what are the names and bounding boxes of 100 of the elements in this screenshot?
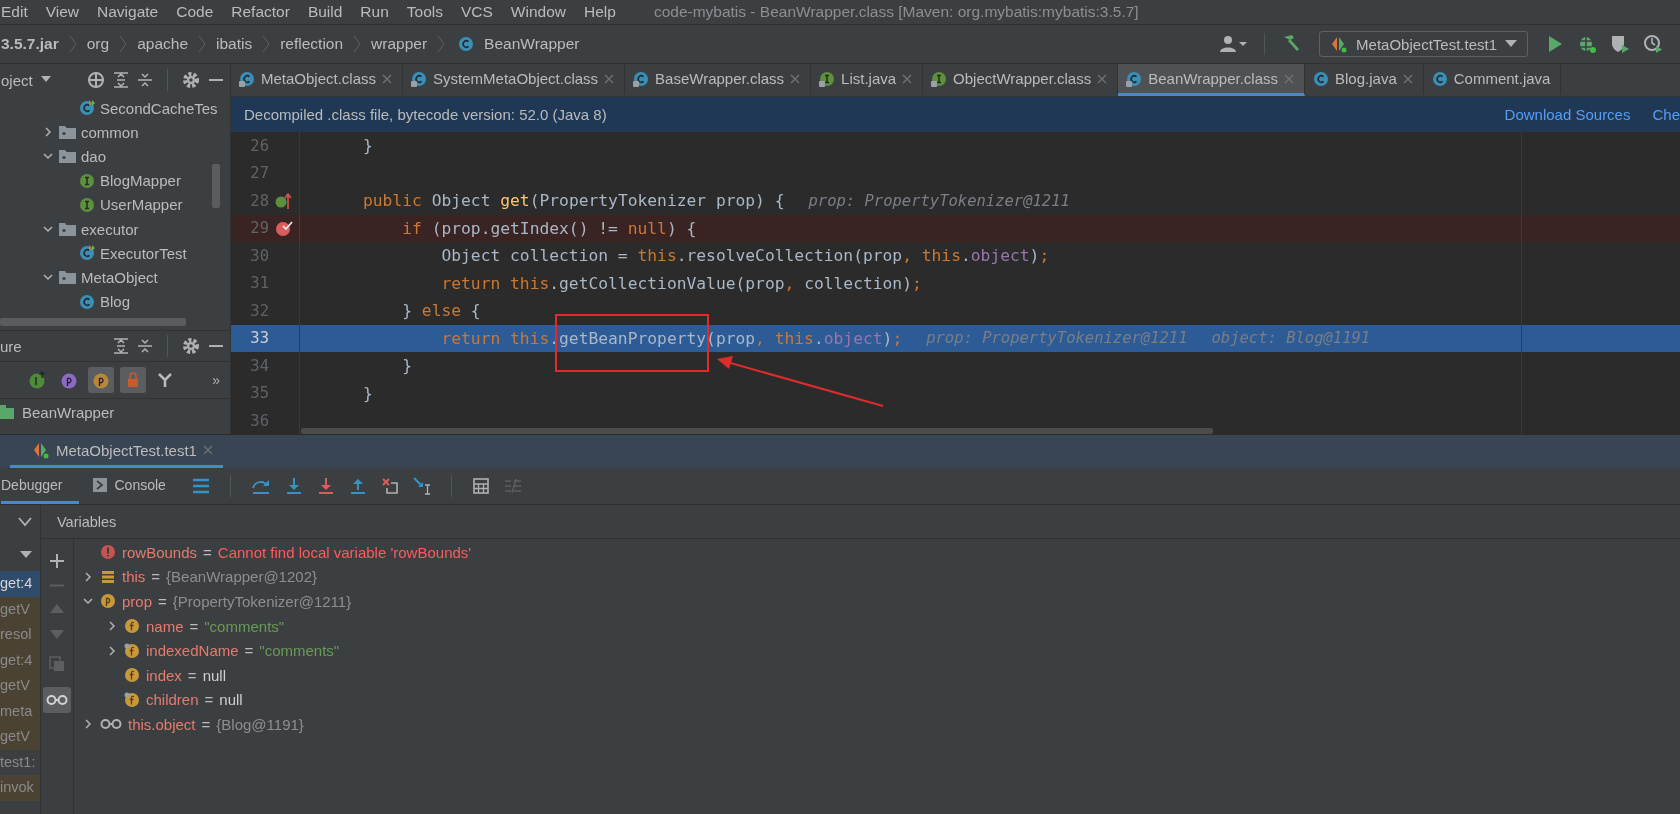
tree-item[interactable]: Blog (100, 293, 131, 311)
expand-all-icon[interactable] (113, 338, 129, 354)
shield-icon[interactable] (1610, 34, 1630, 54)
step-into-icon[interactable] (284, 477, 303, 495)
equals-sign: = (187, 666, 197, 684)
line-number: 30 (249, 246, 269, 265)
tree-item[interactable]: dao (81, 147, 107, 165)
filter-toggle[interactable] (120, 367, 146, 393)
breadcrumb-item[interactable]: org (86, 35, 110, 53)
equals-sign: = (158, 593, 167, 610)
line-number: 29 (249, 219, 269, 238)
banner-link[interactable]: Download Sources (1504, 106, 1631, 123)
debug-icon[interactable] (1577, 34, 1597, 54)
stack-frame[interactable]: getV (0, 596, 40, 622)
run-to-cursor-icon[interactable] (412, 477, 431, 495)
calculator-icon[interactable] (471, 477, 490, 495)
copy-icon (49, 656, 65, 672)
editor-tab[interactable]: SystemMetaObject.class (403, 64, 626, 96)
line-number: 26 (249, 136, 269, 155)
breadcrumb-item[interactable]: 3.5.7.jar (1, 35, 59, 53)
variable-value: {BeanWrapper@1202} (166, 568, 317, 586)
editor-tab[interactable]: MetaObject.class (231, 64, 404, 96)
step-out-icon[interactable] (348, 477, 367, 495)
menu-item[interactable]: VCS (461, 3, 502, 21)
breadcrumb-item[interactable]: apache (137, 35, 188, 53)
move-up-icon (49, 602, 65, 614)
stack-frame[interactable]: test1: (0, 749, 40, 775)
stack-frame[interactable]: meta (0, 698, 40, 724)
tree-item[interactable]: executor (81, 220, 139, 238)
stack-frame[interactable]: resol (0, 622, 40, 648)
collapse-all-icon[interactable] (137, 72, 153, 88)
scrollbar[interactable] (0, 318, 186, 326)
profiler-icon[interactable] (1643, 34, 1663, 54)
menu-item[interactable]: Tools (406, 3, 452, 21)
tree-item[interactable]: ExecutorTest (100, 244, 187, 262)
settings-icon[interactable] (182, 71, 200, 89)
editor-tab[interactable]: BeanWrapper.class (1118, 64, 1305, 96)
code-line: public Object get(PropertyTokenizer prop) { (363, 191, 785, 211)
caret-icon[interactable] (20, 550, 32, 559)
menu-item[interactable]: Run (360, 3, 398, 21)
implements-marker-icon[interactable] (275, 191, 293, 210)
tree-item[interactable]: MetaObject (81, 268, 158, 286)
debug-session-tab[interactable]: MetaObjectTest.test1 (10, 435, 223, 468)
variable-value: null (219, 691, 243, 709)
scrollbar[interactable] (212, 164, 220, 208)
watches-toggle[interactable] (43, 687, 71, 713)
tree-item[interactable]: SecondCacheTes (100, 99, 218, 117)
menu-item[interactable]: Help (584, 3, 625, 21)
menu-item[interactable]: Build (307, 3, 352, 21)
editor-tab[interactable]: BaseWrapper.class (625, 64, 812, 96)
breadcrumb-item[interactable]: reflection (280, 35, 344, 53)
force-step-into-icon[interactable] (316, 477, 335, 495)
tree-item[interactable]: BlogMapper (100, 172, 181, 190)
debugger-tab[interactable]: Debugger (1, 468, 79, 504)
stack-frame[interactable]: invok (0, 775, 40, 801)
menu-item[interactable]: View (45, 3, 89, 21)
breadcrumb-item[interactable]: BeanWrapper (484, 35, 580, 53)
menu-item[interactable]: Navigate (97, 3, 168, 21)
code-line: } (401, 356, 412, 376)
trace-icon (503, 477, 522, 495)
stack-frame[interactable]: getV (0, 724, 40, 750)
filter-toggle[interactable] (88, 367, 114, 393)
stack-frame[interactable]: getV (0, 673, 40, 699)
debugger-tab[interactable]: Console (92, 468, 178, 504)
run-icon[interactable] (1546, 35, 1564, 53)
menu-item[interactable]: Code (176, 3, 223, 21)
run-configuration-dropdown[interactable]: MetaObjectTest.test1 (1319, 31, 1528, 57)
editor-tab[interactable]: Blog.java (1305, 64, 1424, 96)
caret-icon[interactable] (40, 76, 51, 84)
drop-frame-icon[interactable] (380, 477, 399, 495)
breakpoint-icon[interactable] (275, 219, 293, 238)
panel-title[interactable]: oject (1, 71, 33, 89)
stack-frame[interactable]: get:4 (0, 647, 40, 673)
menu-item[interactable]: Edit (1, 3, 37, 21)
tree-item[interactable]: common (81, 123, 139, 141)
menu-item[interactable]: Refactor (231, 3, 299, 21)
editor-tab[interactable]: List.java (811, 64, 924, 96)
tree-item[interactable]: UserMapper (100, 196, 183, 214)
editor-tab[interactable]: Comment.java (1423, 64, 1562, 96)
layout-icon[interactable] (191, 478, 210, 494)
settings-icon[interactable] (182, 337, 200, 355)
expand-all-icon[interactable] (113, 72, 129, 88)
more-button[interactable]: » (212, 372, 220, 388)
locate-icon[interactable] (87, 71, 105, 89)
scrollbar[interactable] (301, 428, 1213, 434)
collapse-all-icon[interactable] (137, 338, 153, 354)
add-icon[interactable] (49, 553, 65, 569)
inline-value-hint: object: Blog@1191 (1211, 329, 1371, 348)
banner-link[interactable]: Che (1652, 106, 1680, 123)
menu-item[interactable]: Window (510, 3, 575, 21)
parameter-icon (100, 593, 116, 610)
member-filter-icon (92, 371, 110, 389)
member-filter-icon (28, 371, 46, 389)
breadcrumb-item[interactable]: ibatis (216, 35, 253, 53)
code-line: Object collection = this.resolveCollection(prop, this.object); (440, 246, 1050, 266)
breadcrumb-item[interactable]: wrapper (371, 35, 428, 53)
variable-value: "comments" (204, 617, 285, 635)
structure-item[interactable]: BeanWrapper (22, 403, 115, 421)
user-icon[interactable] (1220, 35, 1249, 53)
stack-frame[interactable]: get:4 (0, 571, 40, 597)
